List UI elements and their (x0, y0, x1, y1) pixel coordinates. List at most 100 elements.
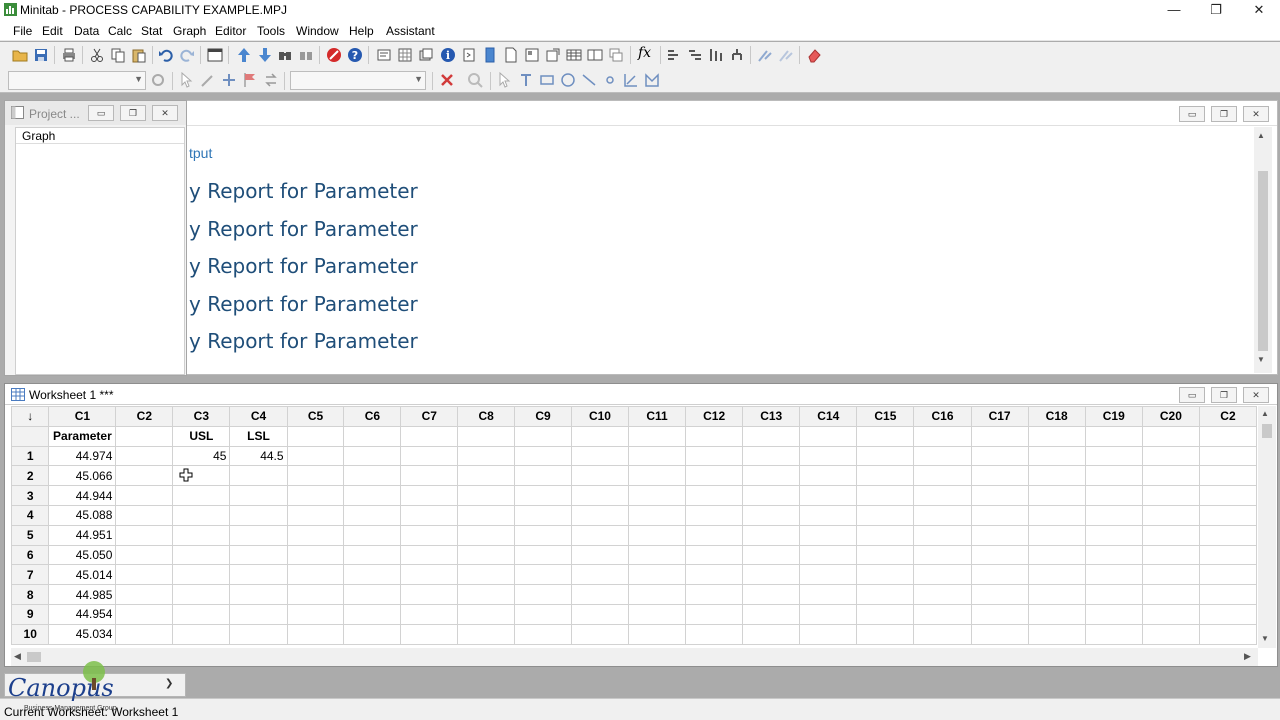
data-cell[interactable] (1027, 564, 1086, 586)
project-restore-button[interactable]: ❐ (120, 105, 146, 121)
arrow-up-icon[interactable] (236, 47, 252, 63)
data-cell[interactable] (856, 524, 915, 546)
redo-icon[interactable] (179, 47, 195, 63)
data-cell[interactable] (1084, 623, 1143, 645)
data-cell[interactable] (913, 465, 972, 487)
data-cell[interactable] (1084, 544, 1143, 566)
data-cell[interactable] (343, 485, 402, 506)
data-cell[interactable] (115, 584, 174, 605)
worksheet-restore-button[interactable]: ❐ (1211, 387, 1237, 403)
data-cell[interactable] (570, 603, 630, 625)
data-cell[interactable] (570, 524, 630, 546)
worksheet-minimize-button[interactable]: ▭ (1179, 387, 1205, 403)
row-number[interactable]: 10 (11, 623, 50, 645)
data-cell[interactable] (457, 564, 516, 586)
column-header[interactable]: C19 (1084, 406, 1143, 427)
data-cell[interactable] (286, 445, 345, 467)
data-cell[interactable]: 44.954 (48, 603, 117, 625)
cut-icon[interactable] (89, 47, 105, 63)
column-header[interactable]: C7 (400, 406, 459, 427)
data-cell[interactable] (856, 564, 915, 586)
data-cell[interactable] (514, 504, 572, 526)
row-number[interactable]: 6 (11, 544, 50, 566)
data-cell[interactable] (172, 544, 231, 566)
scroll-down-arrow-icon[interactable]: ▼ (1261, 634, 1269, 643)
data-cell[interactable]: 45.034 (48, 623, 117, 645)
close-button[interactable]: ✕ (1237, 0, 1280, 21)
session-window[interactable]: ▭ ❐ ✕ tput y Report for Parameter y Repo… (185, 100, 1278, 375)
data-cell[interactable] (1084, 504, 1143, 526)
session-close-button[interactable]: ✕ (1243, 106, 1269, 122)
column-header[interactable]: C9 (514, 406, 572, 427)
data-cell[interactable] (570, 584, 630, 605)
data-cell[interactable] (799, 544, 858, 566)
menu-editor[interactable]: Editor (215, 24, 246, 38)
table-icon[interactable] (566, 47, 582, 63)
data-cell[interactable] (1084, 445, 1143, 467)
data-cell[interactable] (400, 584, 459, 605)
column-header[interactable]: C13 (742, 406, 801, 427)
data-cell[interactable] (229, 485, 288, 506)
column-header[interactable]: C2 (1198, 406, 1257, 427)
print-icon[interactable] (61, 47, 77, 63)
session-scroll-thumb[interactable] (1258, 171, 1268, 351)
column-name-cell[interactable] (1198, 425, 1257, 447)
data-cell[interactable]: 45.088 (48, 504, 117, 526)
data-cell[interactable] (400, 524, 459, 546)
data-cell[interactable] (286, 603, 345, 625)
data-cell[interactable] (913, 584, 972, 605)
split-view-icon[interactable] (587, 47, 603, 63)
column-header[interactable]: C3 (172, 406, 231, 427)
data-cell[interactable] (1027, 584, 1086, 605)
data-cell[interactable] (1198, 623, 1257, 645)
data-cell[interactable] (856, 445, 915, 467)
worksheet-vscroll-thumb[interactable] (1262, 424, 1272, 438)
menu-data[interactable]: Data (74, 24, 99, 38)
data-cell[interactable] (628, 544, 687, 566)
window-icon[interactable] (207, 47, 223, 63)
data-cell[interactable] (685, 544, 744, 566)
eraser-icon[interactable] (806, 47, 822, 63)
column-name-cell[interactable] (1027, 425, 1086, 447)
data-cell[interactable] (742, 584, 801, 605)
data-cell[interactable] (628, 623, 687, 645)
data-cell[interactable] (913, 603, 972, 625)
data-cell[interactable] (913, 564, 972, 586)
data-cell[interactable] (514, 564, 572, 586)
data-cell[interactable] (286, 504, 345, 526)
restore-button[interactable]: ❐ (1194, 0, 1238, 21)
data-cell[interactable] (799, 584, 858, 605)
data-cell[interactable] (742, 524, 801, 546)
data-cell[interactable] (1027, 465, 1086, 487)
column-name-cell[interactable] (628, 425, 687, 447)
cascade-icon[interactable] (608, 47, 624, 63)
data-cell[interactable] (343, 524, 402, 546)
chevron-right-icon[interactable]: ❯ (165, 678, 173, 689)
data-cell[interactable] (343, 544, 402, 566)
data-cell[interactable] (457, 623, 516, 645)
data-cell[interactable] (286, 623, 345, 645)
data-cell[interactable]: 44.951 (48, 524, 117, 546)
worksheet-icon[interactable] (397, 47, 413, 63)
data-cell[interactable] (970, 544, 1029, 566)
data-cell[interactable] (514, 603, 572, 625)
scroll-up-arrow-icon[interactable]: ▲ (1257, 131, 1265, 140)
data-cell[interactable] (286, 465, 345, 487)
data-table[interactable]: ↓ C1 C2 C3 C4 C5 C6 C7 C8 C9 C10 C11 C12… (11, 406, 1257, 645)
data-cell[interactable] (570, 623, 630, 645)
data-cell[interactable] (286, 524, 345, 546)
data-cell[interactable] (172, 524, 231, 546)
data-cell[interactable] (343, 465, 402, 487)
data-cell[interactable] (400, 485, 459, 506)
column-name-cell[interactable] (913, 425, 972, 447)
data-cell[interactable] (229, 623, 288, 645)
data-cell[interactable] (343, 584, 402, 605)
data-cell[interactable] (856, 623, 915, 645)
data-cell[interactable] (685, 524, 744, 546)
data-cell[interactable] (970, 603, 1029, 625)
flag-icon[interactable] (242, 72, 258, 88)
project-close-button[interactable]: ✕ (152, 105, 178, 121)
menu-calc[interactable]: Calc (108, 24, 132, 38)
data-cell[interactable]: 45.066 (48, 465, 117, 487)
data-cell[interactable] (685, 445, 744, 467)
